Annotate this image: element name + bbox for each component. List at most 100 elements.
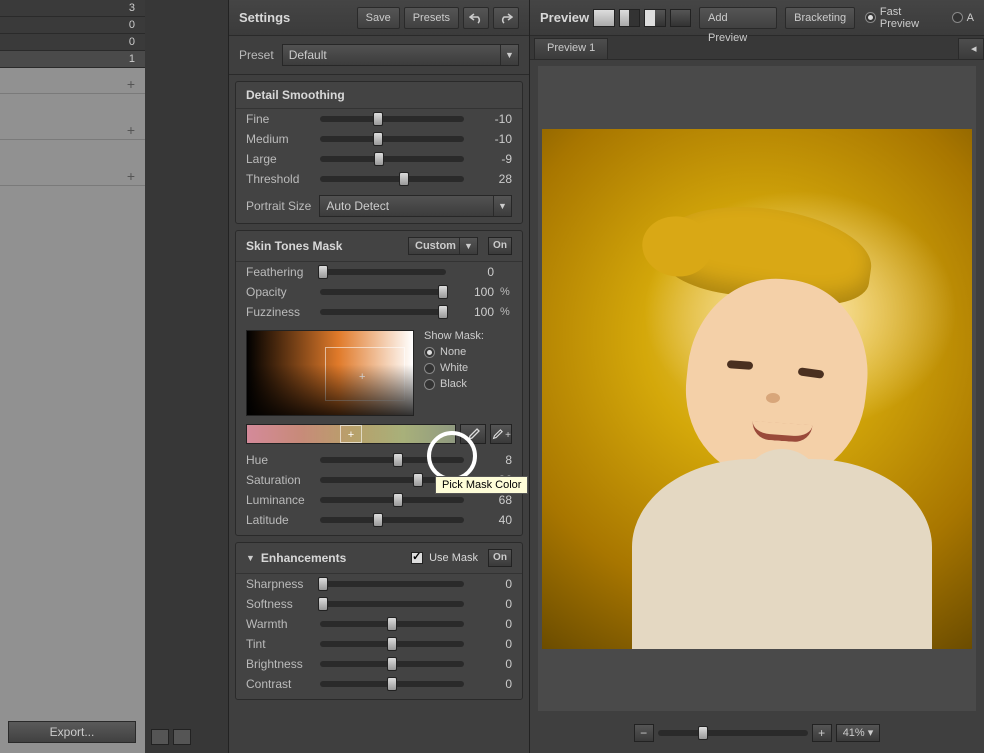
settings-panel: Settings Save Presets Preset Default ▼ D… <box>228 0 530 753</box>
chevron-down-icon: ▼ <box>500 45 518 65</box>
large-label: Large <box>246 152 314 166</box>
medium-slider[interactable] <box>320 136 464 142</box>
zoom-in-button[interactable]: + <box>812 724 832 742</box>
undo-icon <box>469 12 483 24</box>
threshold-value: 28 <box>470 172 512 186</box>
softness-value: 0 <box>470 597 512 611</box>
skin-on-button[interactable]: On <box>488 237 512 255</box>
sharpness-slider[interactable] <box>320 581 464 587</box>
fine-value: -10 <box>470 112 512 126</box>
tint-label: Tint <box>246 637 314 651</box>
preview-canvas[interactable] <box>538 66 976 711</box>
use-mask-checkbox[interactable] <box>411 552 423 564</box>
softness-label: Softness <box>246 597 314 611</box>
export-button[interactable]: Export... <box>8 721 136 743</box>
zoom-out-button[interactable]: − <box>634 724 654 742</box>
enhancements-section: ▼ Enhancements Use Mask On Sharpness0 So… <box>235 542 523 700</box>
view-split-v-icon[interactable] <box>644 9 665 27</box>
radio-icon <box>424 363 435 374</box>
mask-black-radio[interactable]: Black <box>424 378 484 390</box>
contrast-value: 0 <box>470 677 512 691</box>
chevron-down-icon: ▼ <box>493 196 511 216</box>
fine-slider[interactable] <box>320 116 464 122</box>
list-item[interactable]: 0 <box>0 17 145 34</box>
grid-view-icon[interactable] <box>151 729 169 745</box>
radio-icon <box>424 347 435 358</box>
fast-preview-radio[interactable]: Fast Preview <box>865 6 942 30</box>
eyedropper-button[interactable] <box>460 424 486 444</box>
zoom-value[interactable]: 41% ▾ <box>836 724 881 742</box>
preview-panel: Preview Add Preview Bracketing Fast Prev… <box>530 0 984 753</box>
latitude-value: 40 <box>470 513 512 527</box>
brightness-slider[interactable] <box>320 661 464 667</box>
skin-mode-select[interactable]: Custom▼ <box>408 237 478 255</box>
tooltip: Pick Mask Color <box>435 476 528 494</box>
large-slider[interactable] <box>320 156 464 162</box>
view-split-h-icon[interactable] <box>619 9 640 27</box>
opacity-slider[interactable] <box>320 289 446 295</box>
use-mask-label: Use Mask <box>429 552 478 564</box>
view-single-icon[interactable] <box>593 9 614 27</box>
selection-box <box>325 347 405 401</box>
preset-label: Preset <box>239 48 274 62</box>
radio-icon <box>424 379 435 390</box>
list-item[interactable]: 3 <box>0 0 145 17</box>
zoom-slider[interactable] <box>658 730 808 736</box>
portrait-size-select[interactable]: Auto Detect▼ <box>319 195 512 217</box>
bracketing-button[interactable]: Bracketing <box>785 7 855 29</box>
threshold-slider[interactable] <box>320 176 464 182</box>
radio-icon <box>865 12 876 23</box>
preview-tab[interactable]: Preview 1 <box>534 38 608 59</box>
redo-button[interactable] <box>493 7 519 29</box>
fuzziness-slider[interactable] <box>320 309 446 315</box>
mask-none-radio[interactable]: None <box>424 346 484 358</box>
other-preview-radio[interactable]: A <box>952 12 974 24</box>
mask-white-radio[interactable]: White <box>424 362 484 374</box>
list-item[interactable]: 0 <box>0 34 145 51</box>
saturation-label: Saturation <box>246 473 314 487</box>
view-quad-icon[interactable] <box>670 9 691 27</box>
plus-icon: + <box>127 76 135 92</box>
luminance-label: Luminance <box>246 493 314 507</box>
undo-button[interactable] <box>463 7 489 29</box>
hue-strip[interactable]: + <box>246 424 456 444</box>
softness-slider[interactable] <box>320 601 464 607</box>
tab-scroll-button[interactable]: ◂ <box>958 38 984 59</box>
opacity-value: 100 <box>452 285 494 299</box>
show-mask-label: Show Mask: <box>424 330 484 342</box>
sharpness-value: 0 <box>470 577 512 591</box>
enh-on-button[interactable]: On <box>488 549 512 567</box>
redo-icon <box>499 12 513 24</box>
detail-smoothing-section: Detail Smoothing Fine-10 Medium-10 Large… <box>235 81 523 224</box>
feathering-slider[interactable] <box>320 269 446 275</box>
luminance-slider[interactable] <box>320 497 464 503</box>
tint-slider[interactable] <box>320 641 464 647</box>
latitude-slider[interactable] <box>320 517 464 523</box>
add-row-button[interactable]: + <box>0 74 145 94</box>
preset-select[interactable]: Default ▼ <box>282 44 519 66</box>
contrast-slider[interactable] <box>320 681 464 687</box>
feathering-value: 0 <box>452 265 494 279</box>
warmth-slider[interactable] <box>320 621 464 627</box>
eyedropper-plus-button[interactable]: + <box>490 424 512 444</box>
brightness-label: Brightness <box>246 657 314 671</box>
sharpness-label: Sharpness <box>246 577 314 591</box>
section-title: Skin Tones Mask <box>246 239 342 253</box>
hue-slider[interactable] <box>320 457 464 463</box>
eyedropper-icon <box>491 429 503 441</box>
presets-button[interactable]: Presets <box>404 7 459 29</box>
chevron-down-icon: ▼ <box>459 238 477 254</box>
add-preview-button[interactable]: Add Preview <box>699 7 777 29</box>
add-row-button[interactable]: + <box>0 166 145 186</box>
list-item[interactable]: 1 <box>0 51 145 68</box>
left-sidebar: 3 0 0 1 + + + Export... <box>0 0 145 753</box>
hue-marker: + <box>340 425 362 443</box>
add-row-button[interactable]: + <box>0 120 145 140</box>
single-view-icon[interactable] <box>173 729 191 745</box>
collapse-arrow-icon[interactable]: ▼ <box>246 553 255 563</box>
fine-label: Fine <box>246 112 314 126</box>
color-swatch[interactable]: + <box>246 330 414 416</box>
save-button[interactable]: Save <box>357 7 400 29</box>
warmth-value: 0 <box>470 617 512 631</box>
plus-icon: + <box>127 168 135 184</box>
